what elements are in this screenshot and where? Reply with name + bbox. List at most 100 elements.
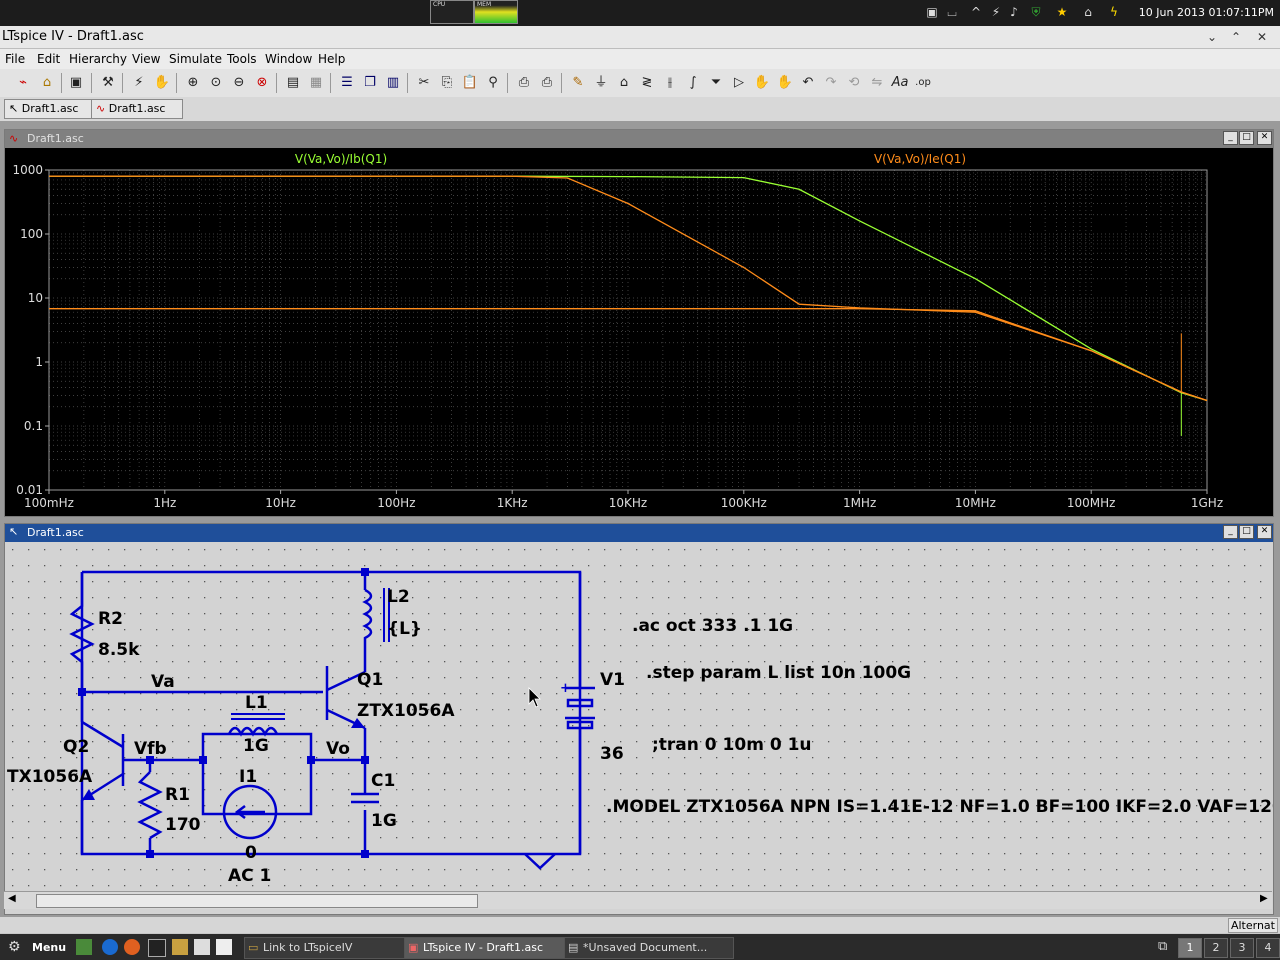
- cpu-monitor[interactable]: CPU: [430, 0, 474, 24]
- component-icon[interactable]: ▷: [729, 73, 749, 93]
- move-icon[interactable]: ✋: [752, 73, 772, 93]
- directive-step[interactable]: .step param L list 10n 100G: [646, 663, 911, 683]
- q1-model[interactable]: ZTX1056A: [357, 701, 455, 721]
- workspace-2[interactable]: 2: [1204, 938, 1228, 958]
- calculator-icon[interactable]: [194, 939, 210, 955]
- q2-model[interactable]: TX1056A: [7, 767, 93, 787]
- terminal-icon[interactable]: [148, 939, 166, 957]
- firefox-icon[interactable]: [124, 939, 140, 955]
- spice-directive-icon[interactable]: .op: [913, 73, 933, 93]
- c1-label[interactable]: C1: [371, 771, 395, 791]
- zoom-in-icon[interactable]: ⊕: [183, 73, 203, 93]
- schematic-horizontal-scrollbar[interactable]: ◀ ▶: [4, 891, 1272, 909]
- mirror-icon[interactable]: ⇋: [867, 73, 887, 93]
- menu-button[interactable]: Menu: [32, 941, 66, 954]
- tab-waveform[interactable]: ∿ Draft1.asc: [91, 99, 183, 119]
- print-icon[interactable]: ⎙: [537, 73, 557, 93]
- text-icon[interactable]: Aa: [890, 73, 910, 93]
- workspace-1[interactable]: 1: [1178, 938, 1202, 958]
- menu-hierarchy[interactable]: Hierarchy: [69, 52, 127, 66]
- grid-icon[interactable]: ▦: [306, 73, 326, 93]
- show-desktop-icon[interactable]: ⧉: [1158, 939, 1167, 954]
- desktop-icon[interactable]: [76, 939, 92, 955]
- close-button[interactable]: ✕: [1254, 29, 1270, 45]
- wire-icon[interactable]: ✎: [568, 73, 588, 93]
- folder-icon[interactable]: [172, 939, 188, 955]
- paste-icon[interactable]: 📋: [460, 73, 480, 93]
- menu-window[interactable]: Window: [265, 52, 312, 66]
- q2-label[interactable]: Q2: [63, 737, 89, 757]
- autorange-icon[interactable]: ▤: [283, 73, 303, 93]
- v1-value[interactable]: 36: [600, 744, 624, 764]
- waveform-restore-button[interactable]: □: [1239, 131, 1254, 145]
- rotate-icon[interactable]: ⟲: [844, 73, 864, 93]
- task-unsaved-document[interactable]: ▤ *Unsaved Document...: [564, 937, 734, 959]
- menu-edit[interactable]: Edit: [37, 52, 60, 66]
- run-icon[interactable]: ⚡: [129, 73, 149, 93]
- clock[interactable]: 10 Jun 2013 01:07:11PM: [1139, 6, 1274, 19]
- v1-label[interactable]: V1: [600, 670, 625, 690]
- waveform-plot[interactable]: 100mHz 1Hz 10Hz 100Hz 1KHz 10KHz 100KHz 1MHz 10M…: [5, 148, 1273, 516]
- menu-simulate[interactable]: Simulate: [169, 52, 222, 66]
- minimize-button[interactable]: ⌄: [1204, 29, 1220, 45]
- copy-icon[interactable]: ⎘: [437, 73, 457, 93]
- shield-icon[interactable]: ⛨: [1028, 4, 1044, 20]
- undo-icon[interactable]: ↶: [798, 73, 818, 93]
- legend-label-ib[interactable]: V(Va,Vo)/Ib(Q1): [295, 152, 387, 166]
- waveform-window-titlebar[interactable]: ∿ Draft1.asc _ □ ✕: [5, 130, 1273, 148]
- find-icon[interactable]: ⚲: [483, 73, 503, 93]
- new-schematic-icon[interactable]: ⌁: [13, 73, 33, 93]
- r1-value[interactable]: 170: [165, 815, 201, 835]
- zoom-out-icon[interactable]: ⊖: [229, 73, 249, 93]
- q1-label[interactable]: Q1: [357, 670, 383, 690]
- waveform-close-button[interactable]: ✕: [1257, 131, 1272, 145]
- i1-label[interactable]: I1: [239, 767, 257, 787]
- net-vfb-label[interactable]: Vfb: [134, 739, 167, 759]
- halt-icon[interactable]: ✋: [152, 73, 172, 93]
- schematic-canvas[interactable]: + R2 8.5k L2 {L} Va Q1 ZTX1056A L1 1G Q2…: [5, 542, 1273, 892]
- r2-label[interactable]: R2: [98, 609, 123, 629]
- window-titlebar[interactable]: LTspice IV - Draft1.asc ⌄ ⌃ ✕: [0, 26, 1280, 49]
- schematic-window-titlebar[interactable]: ↖ Draft1.asc _ □ ✕: [5, 524, 1273, 542]
- c1-value[interactable]: 1G: [371, 811, 397, 831]
- control-panel-icon[interactable]: ⚒: [98, 73, 118, 93]
- l1-value[interactable]: 1G: [243, 736, 269, 756]
- cascade-icon[interactable]: ❐: [360, 73, 380, 93]
- capacitor-icon[interactable]: ⫲: [660, 73, 680, 93]
- schematic-close-button[interactable]: ✕: [1257, 525, 1272, 539]
- menu-view[interactable]: View: [132, 52, 160, 66]
- clipboard-icon[interactable]: ▣: [924, 4, 940, 20]
- schematic-window[interactable]: ↖ Draft1.asc _ □ ✕ + R2 8.5k L2 {L} Va Q…: [4, 523, 1274, 915]
- net-vo-label[interactable]: Vo: [326, 739, 350, 759]
- scroll-left-icon[interactable]: ◀: [8, 893, 16, 904]
- label-net-icon[interactable]: ⌂: [614, 73, 634, 93]
- ground-icon[interactable]: ⏚: [591, 73, 611, 93]
- inductor-icon[interactable]: ∫: [683, 73, 703, 93]
- zoom-fit-icon[interactable]: ⊗: [252, 73, 272, 93]
- schematic-minimize-button[interactable]: _: [1223, 525, 1238, 539]
- l2-value[interactable]: {L}: [387, 619, 422, 639]
- menu-help[interactable]: Help: [318, 52, 345, 66]
- resistor-icon[interactable]: ≷: [637, 73, 657, 93]
- keyboard-icon[interactable]: ⌴: [944, 4, 960, 20]
- directive-model[interactable]: .MODEL ZTX1056A NPN IS=1.41E-12 NF=1.0 B…: [606, 797, 1273, 817]
- power-icon[interactable]: ϟ: [1106, 4, 1122, 20]
- volume-icon[interactable]: ♪: [1006, 4, 1022, 20]
- waveform-minimize-button[interactable]: _: [1223, 131, 1238, 145]
- legend-label-ie[interactable]: V(Va,Vo)/Ie(Q1): [874, 152, 966, 166]
- scroll-right-icon[interactable]: ▶: [1260, 893, 1268, 904]
- network-icon[interactable]: ⚡: [988, 4, 1004, 20]
- print-preview-icon[interactable]: ⎙: [514, 73, 534, 93]
- redo-icon[interactable]: ↷: [821, 73, 841, 93]
- cut-icon[interactable]: ✂: [414, 73, 434, 93]
- network-status-icon[interactable]: ⌂: [1080, 4, 1096, 20]
- directive-ac[interactable]: .ac oct 333 .1 1G: [632, 616, 793, 636]
- zoom-pan-icon[interactable]: ⊙: [206, 73, 226, 93]
- tile-horizontal-icon[interactable]: ☰: [337, 73, 357, 93]
- diode-icon[interactable]: ⏷: [706, 73, 726, 93]
- waveform-window[interactable]: ∿ Draft1.asc _ □ ✕ 100mHz 1Hz 10Hz 100Hz 1KH…: [4, 129, 1274, 517]
- chevron-up-icon[interactable]: ^: [968, 4, 984, 20]
- maximize-button[interactable]: ⌃: [1228, 29, 1244, 45]
- open-icon[interactable]: ⌂: [37, 73, 57, 93]
- directive-tran-comment[interactable]: ;tran 0 10m 0 1u: [652, 735, 812, 755]
